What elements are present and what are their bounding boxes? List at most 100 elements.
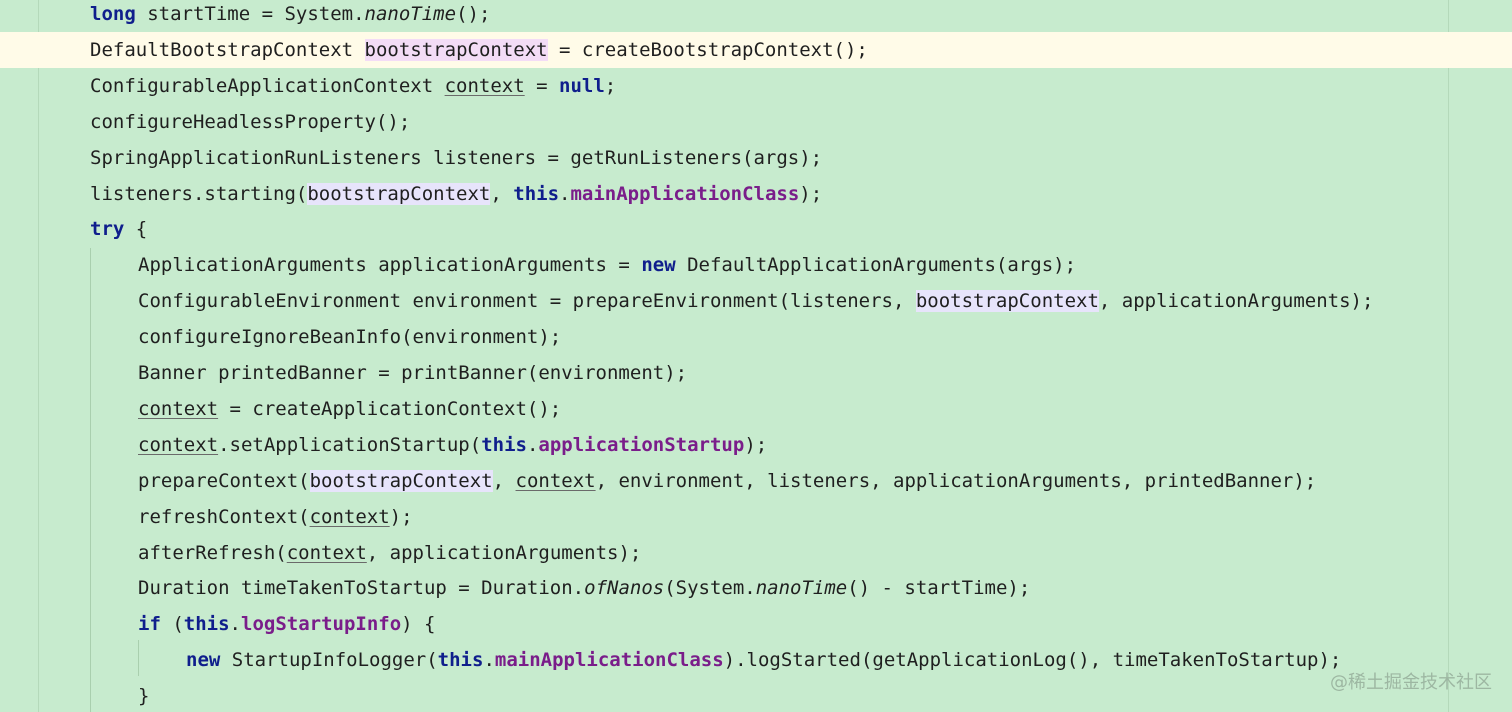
code-token: context <box>309 505 390 528</box>
code-text: configureHeadlessProperty(); <box>90 104 410 140</box>
code-token: .setApplicationStartup( <box>218 433 482 456</box>
code-token: , applicationArguments); <box>1098 290 1374 313</box>
code-token: ); <box>744 433 768 456</box>
code-token: this <box>481 433 527 456</box>
code-token: StartupInfoLogger( <box>220 649 438 672</box>
code-token: ( <box>160 613 184 636</box>
code-line[interactable]: context.setApplicationStartup(this.appli… <box>0 427 1512 463</box>
code-token: . <box>559 182 571 205</box>
code-line[interactable]: new StartupInfoLogger(this.mainApplicati… <box>0 642 1512 678</box>
code-token: bootstrapContext <box>307 182 491 205</box>
code-line[interactable]: configureHeadlessProperty(); <box>0 104 1512 140</box>
code-line[interactable]: } <box>0 678 1512 712</box>
code-editor[interactable]: long startTime = System.nanoTime(); Defau… <box>0 0 1512 712</box>
code-text: SpringApplicationRunListeners listeners … <box>90 140 822 176</box>
watermark: @稀土掘金技术社区 <box>1330 672 1492 693</box>
code-line[interactable]: Duration timeTakenToStartup = Duration.o… <box>0 570 1512 606</box>
code-line[interactable]: configureIgnoreBeanInfo(environment); <box>0 319 1512 355</box>
code-token: afterRefresh( <box>138 541 287 564</box>
code-line[interactable]: ConfigurableApplicationContext context =… <box>0 68 1512 104</box>
code-token: ).logStarted(getApplicationLog(), timeTa… <box>723 649 1342 672</box>
code-token: bootstrapContext <box>915 290 1099 313</box>
code-token: null <box>559 74 605 97</box>
code-text: Banner printedBanner = printBanner(envir… <box>138 355 687 391</box>
code-token: . <box>229 613 241 636</box>
code-token: context <box>138 433 219 456</box>
code-token: (); <box>456 3 491 25</box>
code-token: (System. <box>664 577 756 600</box>
code-token: long <box>90 3 136 25</box>
code-token: configureIgnoreBeanInfo(environment); <box>138 326 562 349</box>
code-token: ApplicationArguments applicationArgument… <box>138 254 642 277</box>
code-line[interactable]: SpringApplicationRunListeners listeners … <box>0 140 1512 176</box>
code-line[interactable]: try { <box>0 211 1512 247</box>
code-token: ofNanos <box>584 577 665 600</box>
code-text: try { <box>90 211 147 247</box>
code-token: applicationStartup <box>538 433 745 456</box>
code-token: context <box>515 469 596 492</box>
code-token: pContext <box>456 38 548 61</box>
code-text: DefaultBootstrapContext bootstrapContext… <box>90 32 868 68</box>
code-token: = createBootstrapContext(); <box>547 38 868 61</box>
code-token: this <box>513 182 560 205</box>
code-token: listeners.starting( <box>90 182 308 205</box>
code-line[interactable]: if (this.logStartupInfo) { <box>0 606 1512 642</box>
code-text: afterRefresh(context, applicationArgumen… <box>138 535 641 571</box>
code-text: ApplicationArguments applicationArgument… <box>138 247 1076 283</box>
code-token: logStartupInfo <box>241 613 402 636</box>
code-token: . <box>483 649 495 672</box>
code-line[interactable]: afterRefresh(context, applicationArgumen… <box>0 535 1512 571</box>
code-text: long startTime = System.nanoTime(); <box>90 0 490 32</box>
code-text: refreshContext(context); <box>138 499 413 535</box>
code-text: if (this.logStartupInfo) { <box>138 606 435 642</box>
code-token: Duration timeTakenToStartup = Duration. <box>138 577 585 600</box>
code-token: () - startTime); <box>847 577 1031 600</box>
code-token: ); <box>389 505 413 528</box>
code-token: ; <box>604 74 617 97</box>
code-line[interactable]: listeners.starting(bootstrapContext, thi… <box>0 176 1512 212</box>
code-token: bootstrapContext <box>309 469 493 492</box>
code-token: context <box>444 74 525 97</box>
code-token: startTime = System. <box>135 3 365 25</box>
code-text: context = createApplicationContext(); <box>138 391 561 427</box>
code-token: , environment, listeners, applicationArg… <box>595 469 1317 492</box>
code-token: = <box>524 74 560 97</box>
code-token: try <box>90 218 125 241</box>
code-text: prepareContext(bootstrapContext, context… <box>138 463 1316 499</box>
code-token: nanoTime <box>364 3 457 25</box>
code-token: ConfigurableApplicationContext <box>90 74 445 97</box>
code-token: , <box>490 182 514 205</box>
code-line-current[interactable]: DefaultBootstrapContext bootstrapContext… <box>0 31 1512 68</box>
code-text: ConfigurableApplicationContext context =… <box>90 68 616 104</box>
code-line[interactable]: context = createApplicationContext(); <box>0 391 1512 427</box>
code-line[interactable]: ConfigurableEnvironment environment = pr… <box>0 283 1512 319</box>
code-token: } <box>138 685 150 708</box>
code-line[interactable]: refreshContext(context); <box>0 499 1512 535</box>
code-text: configureIgnoreBeanInfo(environment); <box>138 319 561 355</box>
code-line[interactable]: ApplicationArguments applicationArgument… <box>0 247 1512 283</box>
code-token: nanoTime <box>755 577 848 600</box>
code-token: = createApplicationContext(); <box>218 397 562 420</box>
code-line[interactable]: Banner printedBanner = printBanner(envir… <box>0 355 1512 391</box>
code-token: prepareContext( <box>138 469 310 492</box>
code-token: , <box>492 469 516 492</box>
code-text: context.setApplicationStartup(this.appli… <box>138 427 767 463</box>
code-token: mainApplicationClass <box>570 182 800 205</box>
code-token: configureHeadlessProperty(); <box>90 110 411 133</box>
code-line[interactable]: long startTime = System.nanoTime(); <box>0 0 1512 32</box>
code-token: DefaultBootstrapContext <box>90 38 365 61</box>
code-token: this <box>183 613 230 636</box>
code-token: { <box>124 218 148 241</box>
code-text: new StartupInfoLogger(this.mainApplicati… <box>186 642 1341 678</box>
code-token: this <box>437 649 484 672</box>
code-token: context <box>138 397 219 420</box>
code-token: if <box>138 613 161 636</box>
code-text: ConfigurableEnvironment environment = pr… <box>138 283 1373 319</box>
code-token: SpringApplicationRunListeners listeners … <box>90 146 823 169</box>
code-line[interactable]: prepareContext(bootstrapContext, context… <box>0 463 1512 499</box>
code-token: ); <box>799 182 823 205</box>
code-token: ConfigurableEnvironment environment = pr… <box>138 290 916 313</box>
code-token: bootstra <box>364 38 457 61</box>
code-token: Banner printedBanner = printBanner(envir… <box>138 362 688 384</box>
code-token: ) { <box>401 613 436 636</box>
